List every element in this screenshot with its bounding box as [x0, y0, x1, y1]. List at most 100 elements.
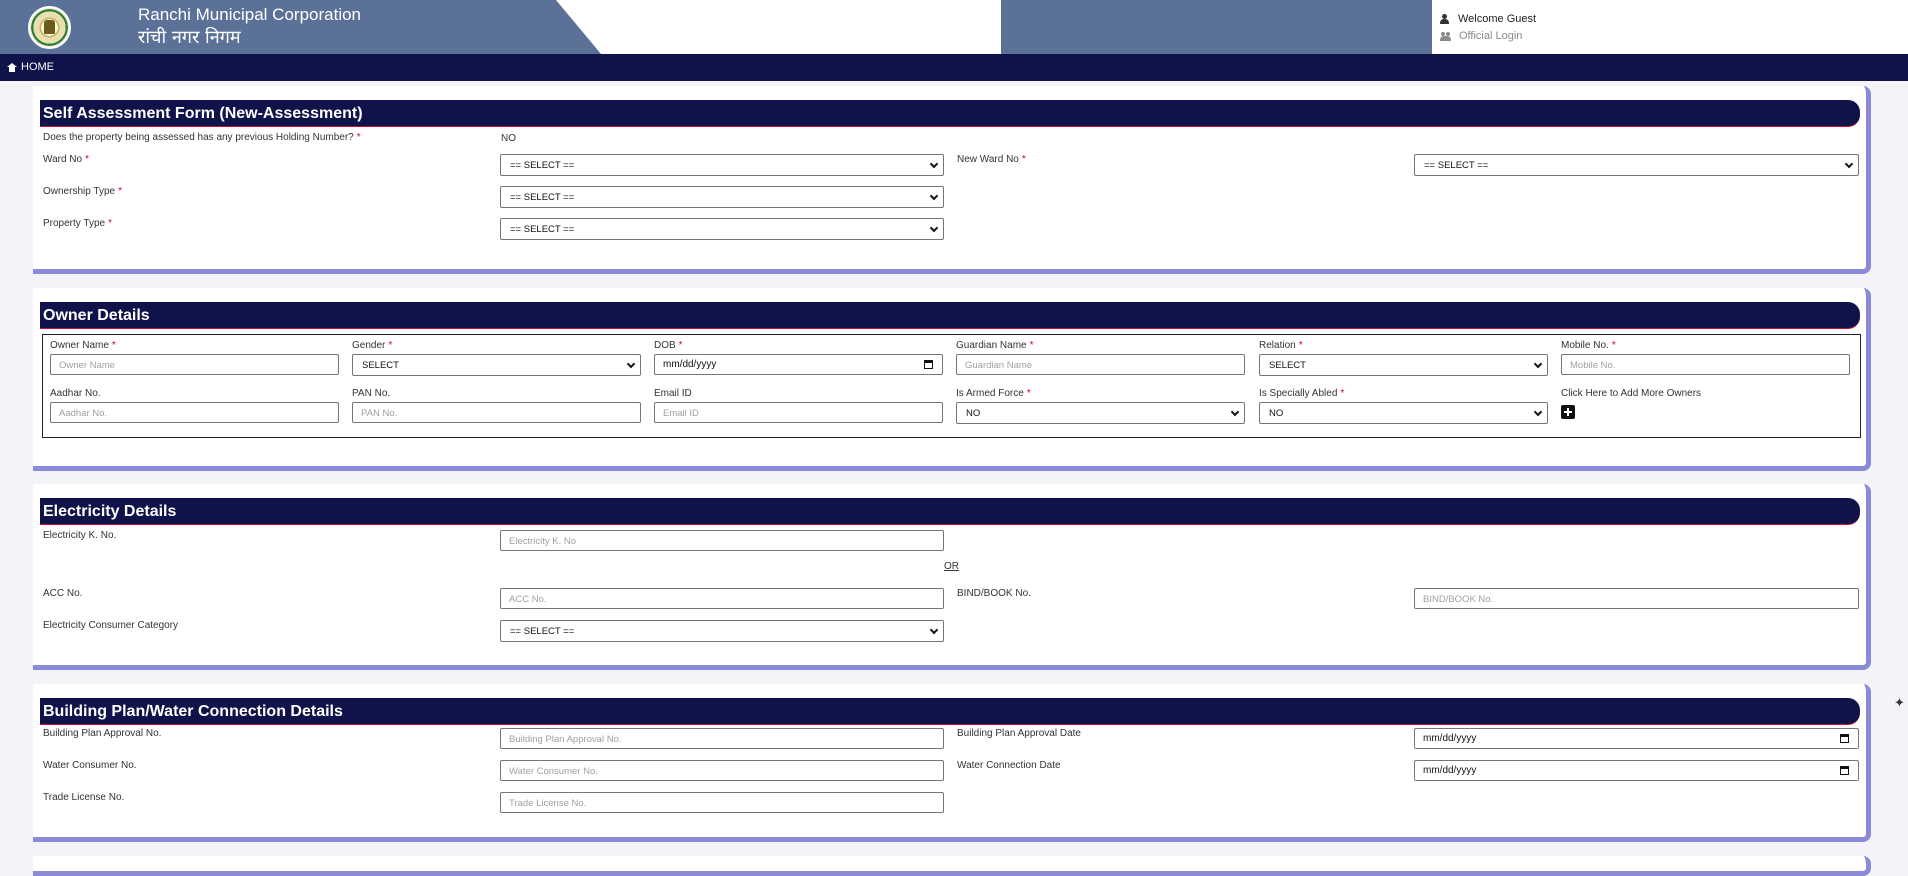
trade-license-label: Trade License No. [43, 792, 125, 803]
guardian-name-input[interactable]: Guardian Name [956, 354, 1245, 375]
users-icon [1440, 31, 1452, 41]
calendar-icon[interactable] [924, 360, 933, 369]
water-connection-date-label: Water Connection Date [957, 760, 1061, 771]
gender-selected: SELECT [362, 360, 399, 371]
building-water-card: Building Plan/Water Connection Details B… [33, 684, 1871, 842]
calendar-icon[interactable] [1840, 766, 1849, 775]
add-more-owners-label: Click Here to Add More Owners [1561, 388, 1702, 399]
prev-holding-label-text: Does the property being assessed has any… [43, 132, 354, 143]
org-name-hindi: रांची नगर निगम [138, 27, 241, 48]
dob-input[interactable]: mm/dd/yyyy [654, 354, 943, 375]
ward-no-label: Ward No * [43, 154, 89, 165]
new-ward-no-select[interactable]: == SELECT == [1414, 154, 1859, 176]
pan-label: PAN No. [352, 388, 391, 399]
acc-no-label: ACC No. [43, 588, 83, 599]
owner-name-input[interactable]: Owner Name [50, 354, 339, 375]
relation-select[interactable]: SELECT [1259, 354, 1548, 376]
water-connection-date-value: mm/dd/yyyy [1423, 765, 1477, 776]
gender-label-text: Gender [352, 340, 386, 351]
required-mark: * [1611, 340, 1616, 351]
armed-force-label: Is Armed Force * [956, 388, 1031, 399]
guardian-name-label-text: Guardian Name [956, 340, 1027, 351]
dob-value: mm/dd/yyyy [663, 359, 717, 370]
home-icon [7, 62, 17, 72]
specially-abled-label: Is Specially Abled * [1259, 388, 1344, 399]
chevron-down-icon [929, 223, 939, 233]
specially-abled-selected: NO [1269, 408, 1284, 419]
relation-label: Relation * [1259, 340, 1303, 351]
required-mark: * [388, 340, 393, 351]
dob-label: DOB * [654, 340, 683, 351]
owner-details-card: Owner Details Owner Name * Owner Name Gen… [33, 288, 1871, 471]
header-decoration [556, 0, 1001, 54]
self-assessment-title: Self Assessment Form (New-Assessment) [40, 100, 1860, 127]
bind-book-label: BIND/BOOK No. [957, 588, 1031, 599]
ownership-type-label: Ownership Type * [43, 186, 122, 197]
official-login-link[interactable]: Official Login [1440, 27, 1536, 44]
mobile-input[interactable]: Mobile No. [1561, 354, 1850, 375]
nav-home-link[interactable]: HOME [7, 61, 54, 73]
prev-holding-label: Does the property being assessed has any… [43, 132, 361, 143]
electricity-k-no-label: Electricity K. No. [43, 530, 117, 541]
water-consumer-no-label: Water Consumer No. [43, 760, 137, 771]
aadhar-input[interactable]: Aadhar No. [50, 402, 339, 423]
new-ward-no-label: New Ward No * [957, 154, 1026, 165]
email-input[interactable]: Email ID [654, 402, 943, 423]
electricity-k-no-input[interactable]: Electricity K. No [500, 530, 944, 551]
new-ward-no-label-text: New Ward No [957, 154, 1019, 165]
gender-select[interactable]: SELECT [352, 354, 641, 376]
relation-label-text: Relation [1259, 340, 1296, 351]
electricity-details-title: Electricity Details [40, 498, 1860, 525]
email-label: Email ID [654, 388, 692, 399]
property-type-selected: == SELECT == [510, 224, 575, 235]
ownership-type-label-text: Ownership Type [43, 186, 116, 197]
add-owner-plus-icon[interactable] [1561, 405, 1575, 419]
building-water-title: Building Plan/Water Connection Details [40, 698, 1860, 725]
required-mark: * [1298, 340, 1303, 351]
required-mark: * [111, 340, 116, 351]
armed-force-select[interactable]: NO [956, 402, 1245, 424]
ownership-type-select[interactable]: == SELECT == [500, 186, 944, 208]
water-consumer-no-input[interactable]: Water Consumer No. [500, 760, 944, 781]
self-assessment-card: Self Assessment Form (New-Assessment) Do… [33, 86, 1871, 274]
required-mark: * [1029, 340, 1034, 351]
acc-no-input[interactable]: ACC No. [500, 588, 944, 609]
pan-input[interactable]: PAN No. [352, 402, 641, 423]
property-type-select[interactable]: == SELECT == [500, 218, 944, 240]
consumer-category-select[interactable]: == SELECT == [500, 620, 944, 642]
plan-approval-date-value: mm/dd/yyyy [1423, 733, 1477, 744]
municipal-emblem-logo [28, 6, 71, 49]
calendar-icon[interactable] [1840, 734, 1849, 743]
owner-name-label-text: Owner Name [50, 340, 109, 351]
chevron-down-icon [626, 359, 636, 369]
official-login-text: Official Login [1459, 29, 1523, 42]
chevron-down-icon [929, 191, 939, 201]
armed-force-label-text: Is Armed Force [956, 388, 1024, 399]
trade-license-input[interactable]: Trade License No. [500, 792, 944, 813]
bind-book-input[interactable]: BIND/BOOK No. [1414, 588, 1859, 609]
new-ward-no-selected: == SELECT == [1424, 160, 1489, 171]
plan-approval-no-label: Building Plan Approval No. [43, 728, 162, 739]
required-mark: * [1021, 154, 1026, 165]
gender-label: Gender * [352, 340, 392, 351]
plan-approval-no-input[interactable]: Building Plan Approval No. [500, 728, 944, 749]
required-mark: * [108, 218, 112, 229]
dob-label-text: DOB [654, 340, 676, 351]
armed-force-selected: NO [966, 408, 981, 419]
next-section-card [33, 856, 1871, 876]
chevron-down-icon [1844, 159, 1854, 169]
org-name-english: Ranchi Municipal Corporation [138, 5, 362, 24]
water-connection-date-input[interactable]: mm/dd/yyyy [1414, 760, 1859, 781]
mobile-label-text: Mobile No. [1561, 340, 1609, 351]
ward-no-selected: == SELECT == [510, 160, 575, 171]
sparkle-icon[interactable]: ✦ [1891, 694, 1908, 711]
plan-approval-date-input[interactable]: mm/dd/yyyy [1414, 728, 1859, 749]
owner-name-label: Owner Name * [50, 340, 116, 351]
specially-abled-select[interactable]: NO [1259, 402, 1548, 424]
required-mark: * [1026, 388, 1031, 399]
relation-selected: SELECT [1269, 360, 1306, 371]
property-type-label-text: Property Type [43, 218, 106, 229]
consumer-category-selected: == SELECT == [510, 626, 575, 637]
ward-no-select[interactable]: == SELECT == [500, 154, 944, 176]
ward-no-label-text: Ward No [43, 154, 83, 165]
